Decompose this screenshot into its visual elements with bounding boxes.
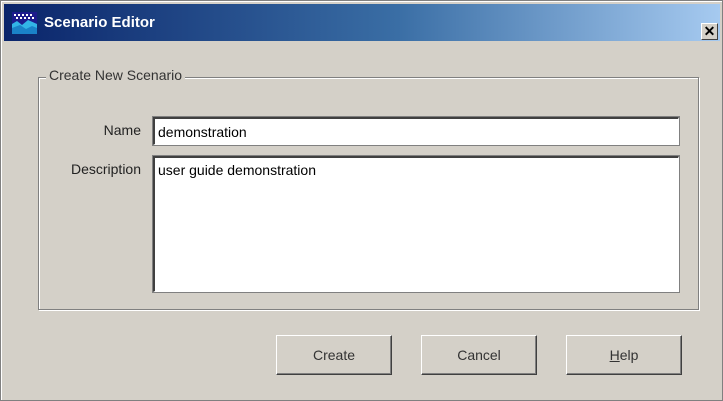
window-title: Scenario Editor — [44, 14, 155, 31]
name-field[interactable] — [152, 116, 680, 146]
description-field[interactable]: user guide demonstration — [152, 155, 680, 293]
description-label: Description — [70, 161, 141, 177]
create-button[interactable]: Create — [276, 335, 392, 375]
scenario-app-icon — [12, 12, 37, 34]
close-button[interactable]: ✕ — [701, 23, 718, 40]
group-legend: Create New Scenario — [46, 67, 186, 83]
help-button[interactable]: Help — [566, 335, 682, 375]
scenario-editor-dialog: Scenario Editor ✕ Create New Scenario Na… — [0, 0, 723, 401]
help-mnemonic: H — [609, 347, 620, 363]
close-icon: ✕ — [703, 23, 716, 39]
title-bar[interactable]: Scenario Editor ✕ — [4, 4, 720, 41]
help-label-rest: elp — [619, 347, 639, 363]
cancel-button[interactable]: Cancel — [421, 335, 537, 375]
name-label: Name — [103, 122, 141, 138]
